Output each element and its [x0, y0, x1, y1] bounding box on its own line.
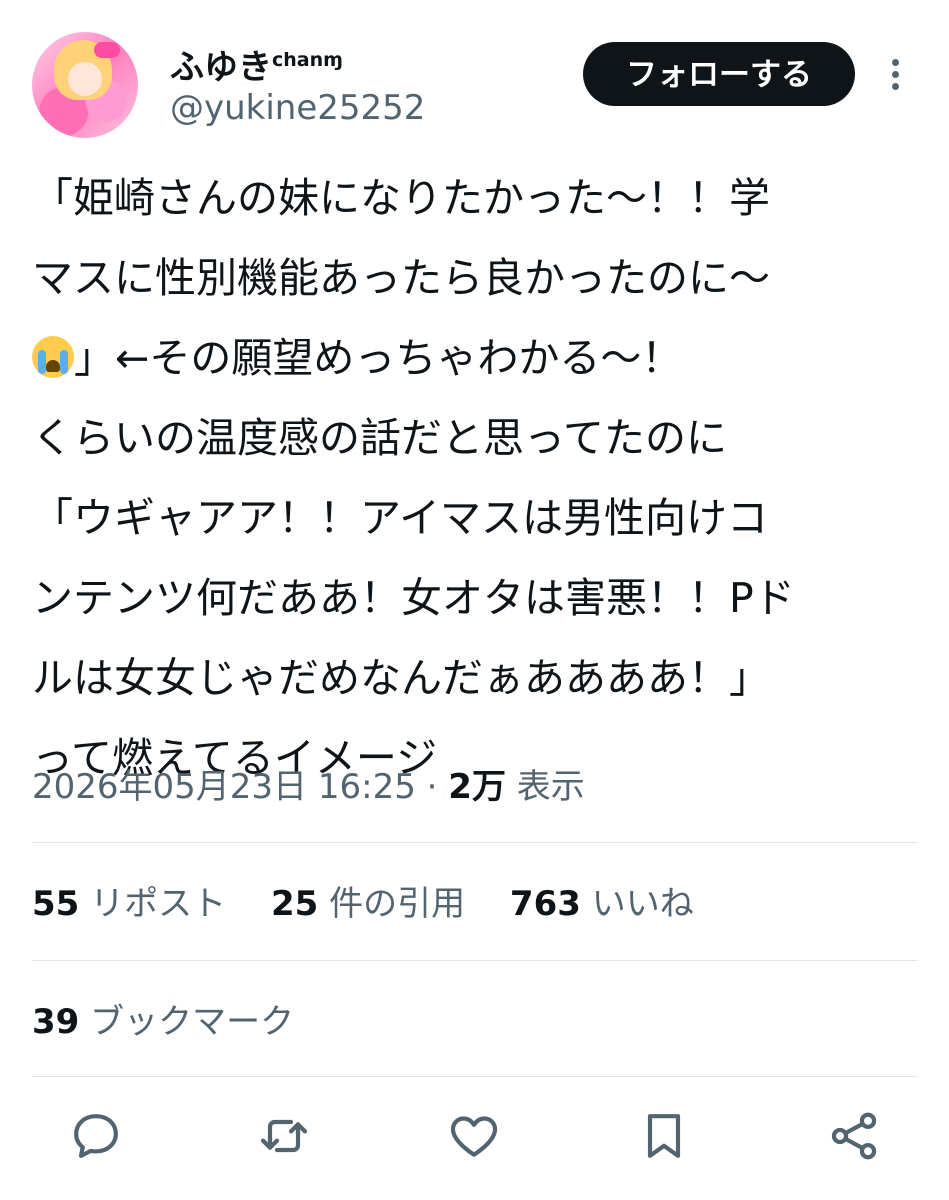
repost-arrows-icon[interactable] [256, 1108, 312, 1164]
divider [32, 960, 917, 961]
tweet-line-6: ンテンツ何だああ！女オタは害悪！！Pド [32, 574, 795, 622]
tweet-line-2: マスに性別機能あったら良かったのに〜 [32, 254, 770, 302]
user-handle[interactable]: @yukine25252 [170, 86, 425, 130]
tweet-line-3: 」←その願望めっちゃわかる〜！ [74, 334, 683, 382]
quotes-stat[interactable]: 25 件の引用 [271, 884, 465, 924]
display-name-suffix: chan [272, 49, 324, 71]
tweet-line-7: ルは女女じゃだめなんだぁああああ！」 [32, 654, 770, 702]
bookmarks-count: 39 [32, 1002, 80, 1042]
bookmarks-stat[interactable]: 39 ブックマーク [32, 996, 294, 1048]
tweet-meta: 2026年05月23日 16:25 · 2万 表示 [32, 762, 585, 812]
bookmark-icon[interactable] [636, 1108, 692, 1164]
likes-label: いいね [591, 884, 694, 924]
views-count: 2万 [448, 767, 506, 807]
bookmarks-label: ブックマーク [90, 1002, 295, 1042]
tweet-header: ふゆきchanɱ @yukine25252 フォローする [32, 32, 917, 140]
avatar-face [68, 62, 102, 96]
tweet-line-4: くらいの温度感の話だと思ってたのに [32, 414, 727, 462]
views-label: 表示 [516, 767, 585, 807]
likes-stat[interactable]: 763 いいね [510, 884, 694, 924]
display-name[interactable]: ふゆきchanɱ [170, 38, 343, 89]
timestamp[interactable]: 2026年05月23日 16:25 [32, 767, 416, 807]
share-icon[interactable] [826, 1108, 882, 1164]
divider [32, 842, 917, 843]
likes-count: 763 [509, 884, 581, 924]
reposts-count: 55 [32, 884, 80, 924]
follow-button[interactable]: フォローする [583, 42, 855, 106]
speech-bubble-icon[interactable] [68, 1108, 124, 1164]
divider [32, 1076, 917, 1077]
tweet-text: 「姫崎さんの妹になりたかった〜！！学 マスに性別機能あったら良かったのに〜 」←… [32, 158, 917, 798]
vertical-dots-icon[interactable] [882, 54, 908, 98]
action-bar [0, 1108, 949, 1168]
display-name-text: ふゆき [170, 47, 272, 88]
display-name-emoji: ɱ [323, 49, 343, 71]
quotes-label: 件の引用 [329, 884, 466, 924]
heart-icon[interactable] [446, 1108, 502, 1164]
reposts-stat[interactable]: 55 リポスト [32, 884, 226, 924]
tweet-line-1: 「姫崎さんの妹になりたかった〜！！学 [32, 174, 770, 222]
engagement-stats: 55 リポスト 25 件の引用 763 いいね [32, 878, 728, 930]
quotes-count: 25 [270, 884, 319, 924]
tweet-line-5: 「ウギャアア！！アイマスは男性向けコ [32, 494, 768, 542]
reposts-label: リポスト [90, 884, 227, 924]
avatar-bow [94, 42, 120, 58]
loudly-crying-face-icon [32, 336, 74, 378]
avatar[interactable] [32, 32, 138, 138]
meta-separator: · [426, 767, 438, 807]
